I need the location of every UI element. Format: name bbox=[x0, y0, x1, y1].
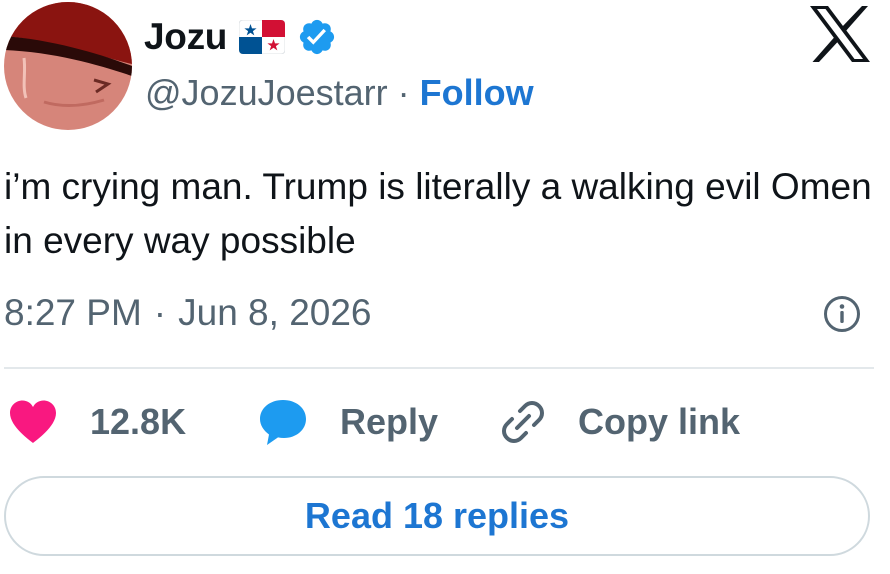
read-replies-button[interactable]: Read 18 replies bbox=[4, 476, 870, 556]
x-logo-icon[interactable] bbox=[810, 6, 870, 62]
info-icon[interactable] bbox=[823, 295, 861, 333]
follow-button[interactable]: Follow bbox=[420, 72, 534, 114]
tweet-date: Jun 8, 2026 bbox=[178, 292, 372, 333]
author-handle[interactable]: @JozuJoestarr bbox=[145, 72, 388, 114]
author-display-name[interactable]: Jozu bbox=[144, 16, 227, 58]
handle-separator: · bbox=[397, 72, 410, 113]
reply-button[interactable]: Reply bbox=[258, 392, 438, 452]
tweet-text: i’m crying man. Trump is literally a wal… bbox=[4, 166, 872, 261]
timestamp-separator: · bbox=[153, 292, 167, 333]
like-button[interactable]: 12.8K bbox=[8, 392, 186, 452]
author-name-row: Jozu bbox=[144, 14, 337, 60]
avatar-image bbox=[4, 2, 132, 130]
link-icon bbox=[498, 397, 548, 447]
tweet-timestamp[interactable]: 8:27 PM · Jun 8, 2026 bbox=[4, 290, 372, 336]
author-handle-row: @JozuJoestarr · Follow bbox=[145, 70, 534, 116]
reply-bubble-icon bbox=[258, 398, 308, 446]
copy-link-label: Copy link bbox=[578, 401, 741, 442]
heart-icon bbox=[8, 399, 58, 445]
divider bbox=[4, 367, 874, 369]
copy-link-button[interactable]: Copy link bbox=[498, 392, 740, 452]
action-bar: 12.8K Reply Copy link bbox=[0, 392, 890, 452]
reply-label: Reply bbox=[340, 401, 439, 442]
tweet-time: 8:27 PM bbox=[4, 292, 142, 333]
avatar[interactable] bbox=[4, 2, 132, 130]
like-count: 12.8K bbox=[90, 401, 187, 442]
panama-flag-icon bbox=[239, 20, 286, 54]
verified-badge-icon bbox=[297, 17, 337, 57]
